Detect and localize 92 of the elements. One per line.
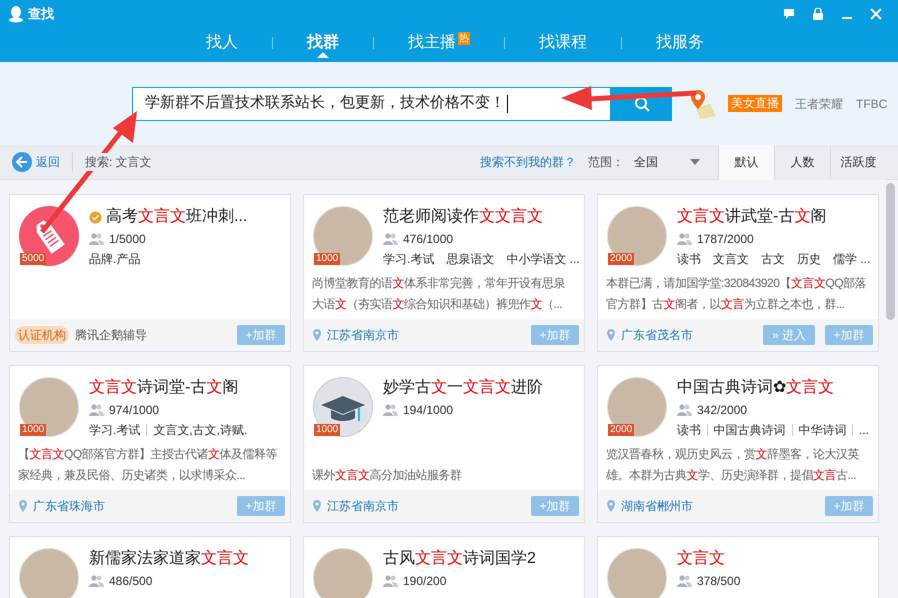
- chat-bubble-icon[interactable]: [783, 8, 795, 20]
- level-badge: 1000: [314, 253, 340, 265]
- group-description: 课外文言文高分加油站服务群: [312, 467, 462, 484]
- member-count: 476/1000: [403, 231, 454, 248]
- search-icon: [634, 96, 650, 112]
- location-pin-icon: [607, 329, 615, 341]
- members-icon: [89, 575, 104, 587]
- group-title[interactable]: 范老师阅读作文文言文: [383, 205, 543, 229]
- group-tag: 中华诗词: [798, 421, 846, 439]
- window-title: 查找: [28, 5, 54, 24]
- hot-search-link[interactable]: TFBC: [856, 94, 888, 112]
- members-icon: [89, 233, 104, 245]
- search-query-label: 搜索: 文言文: [85, 153, 152, 171]
- location-link[interactable]: 江苏省南京市: [327, 326, 399, 344]
- nav-tab[interactable]: 找人: [206, 28, 238, 58]
- certified-badge: 认证机构: [15, 326, 69, 344]
- group-tag: 文言文: [713, 250, 749, 268]
- group-tag: 品牌.产品: [89, 250, 140, 268]
- verified-icon: [89, 210, 102, 224]
- scope-label: 范围：: [588, 154, 624, 171]
- scope-dropdown[interactable]: 全国: [634, 153, 700, 171]
- level-badge: 1000: [314, 424, 340, 436]
- member-count: 486/500: [109, 573, 152, 590]
- sort-tab[interactable]: 默认: [718, 144, 774, 180]
- group-tag: 学习.考试: [89, 421, 140, 439]
- location-pin-icon: [313, 500, 321, 512]
- members-icon: [383, 233, 398, 245]
- caret-icon: [690, 159, 700, 165]
- hot-search-link[interactable]: 王者荣耀: [795, 94, 843, 112]
- location-link[interactable]: 江苏省南京市: [327, 497, 399, 515]
- price-tag-avatar-icon: [19, 206, 79, 266]
- member-count: 1/5000: [109, 231, 146, 248]
- group-title[interactable]: 中国古典诗词✿文言文: [677, 376, 834, 400]
- level-badge: 5000: [20, 253, 46, 265]
- members-icon: [677, 233, 692, 245]
- group-title[interactable]: 妙学古文一文言文进阶: [383, 376, 543, 400]
- sort-tab[interactable]: 活跃度: [830, 144, 886, 180]
- group-description: 览汉晋春秋，观历史风云，赏文辞墨客，论大汉英雄。本群为古典文学、历史演绎群，提倡文言古...: [606, 446, 860, 484]
- organization-name: 腾讯企鹅辅导: [75, 327, 147, 344]
- search-field[interactable]: 学新群不后置技术联系站长，包更新，技术价格不变！: [132, 86, 611, 120]
- members-icon: [677, 575, 692, 587]
- group-title[interactable]: 文言文讲武堂-古文阁: [677, 205, 826, 229]
- members-icon: [383, 404, 398, 416]
- group-description: 本群已满，请加国学堂:320843920【文言文QQ部落官方群】古文阁者，以文言为立群之本也，群...: [606, 275, 868, 313]
- member-count: 194/1000: [403, 402, 454, 419]
- group-tag: ...: [858, 421, 869, 439]
- member-count: 1787/2000: [697, 231, 754, 248]
- graduation-cap-avatar-icon: [313, 377, 373, 437]
- group-tag: 读书: [677, 421, 701, 439]
- group-tag: 思泉语文: [446, 250, 494, 268]
- group-tag: 儒学 ...: [833, 250, 870, 268]
- group-title[interactable]: 古风文言文诗词国学2: [383, 547, 536, 571]
- group-tag: 文言文,古文,诗赋.: [153, 421, 248, 439]
- member-count: 342/2000: [697, 402, 748, 419]
- group-tag: 学习.考试: [383, 250, 434, 268]
- sort-tab[interactable]: 人数: [774, 144, 830, 180]
- members-icon: [89, 404, 104, 416]
- group-description: 尚博堂教育的语文体系非常完善，常年开设有思泉大语文（夯实语文综合知识和基础）裤兜作文（...: [312, 275, 566, 313]
- group-tag: 中小学语文 ...: [506, 250, 580, 268]
- level-badge: 1000: [20, 424, 46, 436]
- location-pin-icon: [607, 500, 615, 512]
- level-badge: 2000: [608, 253, 634, 265]
- help-link[interactable]: 搜索不到我的群？: [480, 153, 576, 171]
- group-tag: 历史: [797, 250, 821, 268]
- location-link[interactable]: 广东省茂名市: [621, 326, 693, 344]
- close-icon[interactable]: [870, 8, 882, 20]
- members-icon: [677, 404, 692, 416]
- group-tag: 古文: [761, 250, 785, 268]
- member-count: 974/1000: [109, 402, 160, 419]
- location-pin-icon: [313, 329, 321, 341]
- group-title[interactable]: 文言文: [677, 547, 725, 571]
- group-title[interactable]: 新儒家法家道家文言文: [89, 547, 249, 571]
- group-tag: 读书: [677, 250, 701, 268]
- hot-search-link[interactable]: 美女直播: [728, 95, 782, 112]
- location-link[interactable]: 广东省珠海市: [33, 497, 105, 515]
- members-icon: [383, 575, 398, 587]
- member-count: 190/200: [403, 573, 446, 590]
- member-count: 378/500: [697, 573, 740, 590]
- nav-tab[interactable]: 找服务: [656, 28, 704, 58]
- group-description: 【文言文QQ部落官方群】主授古代诸文体及儒释等家经典，兼及民俗、历史诸类，以求博采众...: [18, 446, 278, 484]
- location-pin-icon: [19, 500, 27, 512]
- nav-tab[interactable]: 找课程: [539, 28, 587, 58]
- back-button[interactable]: 返回: [12, 152, 60, 172]
- map-pin-icon[interactable]: [688, 88, 718, 120]
- group-tag: 中国古典诗词: [714, 421, 786, 439]
- level-badge: 2000: [608, 424, 634, 436]
- location-link[interactable]: 湖南省郴州市: [621, 497, 693, 515]
- hot-badge: 热: [458, 32, 470, 44]
- lock-icon[interactable]: [812, 8, 824, 20]
- group-title[interactable]: 高考文言文班冲刺...: [106, 205, 248, 229]
- group-title[interactable]: 文言文诗词堂-古文阁: [89, 376, 238, 400]
- scrollbar-thumb[interactable]: [886, 183, 895, 320]
